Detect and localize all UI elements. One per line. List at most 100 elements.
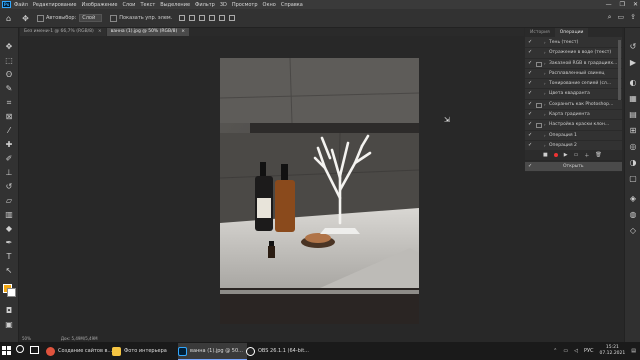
crop-icon[interactable]: ⌗ [4, 98, 14, 108]
taskbar-chrome[interactable]: Создание сайтов в... [46, 343, 112, 359]
checkmark-icon[interactable]: ✓ [528, 48, 532, 57]
menu-type[interactable]: Текст [140, 2, 155, 8]
action-row[interactable]: ✓ › Заказной RGB в градациях... [525, 59, 622, 69]
checkmark-icon[interactable]: ✓ [528, 162, 532, 171]
menu-file[interactable]: Файл [14, 2, 28, 8]
checkmark-icon[interactable]: ✓ [528, 131, 532, 140]
move-icon[interactable]: ✥ [4, 42, 14, 52]
checkmark-icon[interactable]: ✓ [528, 79, 532, 88]
tray-chevron-icon[interactable]: ⌃ [553, 348, 557, 354]
checkmark-icon[interactable]: ✓ [528, 59, 532, 68]
checkmark-icon[interactable]: ✓ [528, 120, 532, 129]
action-row[interactable]: ✓ › Отражение в воде (текст) [525, 48, 622, 59]
pen-icon[interactable]: ✒ [4, 238, 14, 248]
healing-icon[interactable]: ✚ [4, 140, 14, 150]
autoselect-dropdown[interactable]: Слой [79, 14, 103, 22]
type-icon[interactable]: T [4, 252, 14, 262]
close-tab-icon[interactable]: × [98, 29, 102, 34]
path-select-icon[interactable]: ↖ [4, 266, 14, 276]
checkmark-icon[interactable]: ✓ [528, 110, 532, 119]
play-icon[interactable]: ▶ [564, 152, 568, 158]
network-icon[interactable]: ▭ [563, 348, 568, 354]
stamp-icon[interactable]: ⊥ [4, 168, 14, 178]
dialog-toggle-icon[interactable] [536, 61, 542, 67]
tab-actions[interactable]: Операции [554, 28, 589, 37]
actions-icon[interactable]: ▶ [628, 58, 638, 68]
menu-window[interactable]: Окно [263, 2, 276, 8]
swatches-icon[interactable]: ▦ [628, 94, 638, 104]
taskbar-folder[interactable]: Фото интерьера [112, 343, 167, 359]
paths-icon[interactable]: ◇ [628, 226, 638, 236]
tab-bath-image[interactable]: ванна (1).jpg @ 50% (RGB/8) × [106, 28, 190, 36]
channels-icon[interactable]: ◍ [628, 210, 638, 220]
workspace-icon[interactable]: ▭ [618, 13, 625, 22]
expand-arrow-icon[interactable]: › [544, 100, 546, 109]
expand-arrow-icon[interactable]: › [544, 48, 546, 57]
gradient-icon[interactable]: ▥ [4, 210, 14, 220]
history-icon[interactable]: ↺ [628, 42, 638, 52]
menu-filter[interactable]: Фильтр [195, 2, 215, 8]
frame-icon[interactable]: ⊠ [4, 112, 14, 122]
align-right-icon[interactable] [199, 15, 206, 21]
expand-arrow-icon[interactable]: › [544, 89, 546, 98]
libraries-icon[interactable]: ▢ [628, 174, 638, 184]
align-middle-icon[interactable] [219, 15, 226, 21]
autoselect-checkbox[interactable] [37, 14, 44, 22]
action-row[interactable]: ✓ › Настройка краски клон... [525, 120, 622, 131]
gradients-icon[interactable]: ▤ [628, 110, 638, 120]
properties-icon[interactable]: ◎ [628, 142, 638, 152]
dialog-toggle-icon[interactable] [536, 102, 542, 108]
blur-icon[interactable]: ◆ [4, 224, 14, 234]
expand-arrow-icon[interactable]: › [544, 131, 546, 140]
checkmark-icon[interactable]: ✓ [528, 38, 532, 47]
action-row[interactable]: ✓ › Операция 1 [525, 131, 622, 141]
adjustments-icon[interactable]: ◑ [628, 158, 638, 168]
quick-mask-icon[interactable]: ◘ [4, 306, 14, 316]
move-tool-icon[interactable]: ✥ [21, 14, 30, 23]
screen-mode-icon[interactable]: ▣ [4, 320, 14, 330]
expand-arrow-icon[interactable]: › [544, 69, 546, 78]
record-icon[interactable] [553, 153, 558, 157]
task-view-icon[interactable] [30, 346, 39, 354]
document-canvas[interactable] [220, 58, 419, 324]
show-transform-checkbox[interactable] [110, 14, 118, 22]
maximize-button[interactable]: ❐ [620, 0, 625, 9]
volume-icon[interactable]: ◁ [574, 348, 578, 354]
search-icon[interactable]: ⌕ [608, 13, 612, 22]
menu-edit[interactable]: Редактирование [33, 2, 77, 8]
notifications-icon[interactable]: ▤ [631, 348, 636, 354]
menu-3d[interactable]: 3D [220, 2, 227, 8]
expand-arrow-icon[interactable]: › [544, 141, 546, 150]
quick-select-icon[interactable]: ✎ [4, 84, 14, 94]
checkmark-icon[interactable]: ✓ [528, 141, 532, 150]
tab-untitled[interactable]: Без имени-1 @ 66,7% (RGB/8) × [20, 28, 106, 36]
align-bottom-icon[interactable] [229, 15, 236, 21]
new-set-icon[interactable]: ▭ [574, 152, 579, 158]
new-action-icon[interactable]: ＋ [584, 152, 589, 159]
action-row[interactable]: ✓ › Расплавленный свинец [525, 69, 622, 80]
close-tab-icon[interactable]: × [181, 29, 185, 34]
lasso-icon[interactable]: ʘ [4, 70, 14, 80]
menu-select[interactable]: Выделение [160, 2, 190, 8]
checkmark-icon[interactable]: ✓ [528, 69, 532, 78]
menu-layers[interactable]: Слои [122, 2, 135, 8]
windows-start-icon[interactable] [2, 346, 12, 356]
history-brush-icon[interactable]: ↺ [4, 182, 14, 192]
layers-icon[interactable]: ◈ [628, 194, 638, 204]
language-indicator[interactable]: РУС [584, 348, 594, 354]
home-icon[interactable]: ⌂ [4, 14, 13, 23]
share-icon[interactable]: ⇪ [630, 13, 636, 22]
eyedropper-icon[interactable]: ⁄ [4, 126, 14, 136]
checkmark-icon[interactable]: ✓ [528, 100, 532, 109]
search-icon[interactable] [16, 345, 24, 353]
close-button[interactable]: ✕ [633, 0, 638, 9]
color-icon[interactable]: ◐ [628, 78, 638, 88]
action-row[interactable]: ✓ › Тень (текст) [525, 38, 622, 49]
menu-image[interactable]: Изображение [81, 2, 117, 8]
clock[interactable]: 15:21 07.12.2021 [600, 345, 626, 357]
menu-help[interactable]: Справка [281, 2, 303, 8]
align-top-icon[interactable] [209, 15, 216, 21]
dialog-toggle-icon[interactable] [536, 123, 542, 129]
brush-icon[interactable]: ✐ [4, 154, 14, 164]
panel-scrollbar[interactable] [618, 40, 621, 100]
